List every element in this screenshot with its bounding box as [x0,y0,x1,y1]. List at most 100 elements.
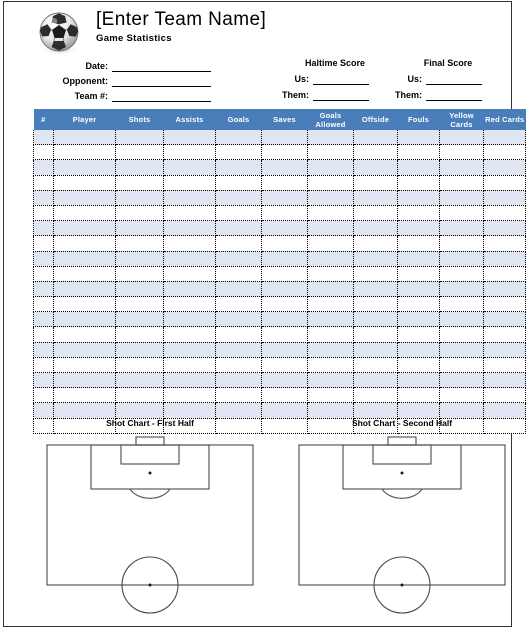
table-cell[interactable] [483,357,526,374]
table-cell[interactable] [307,357,354,374]
table-cell[interactable] [33,175,54,191]
table-cell[interactable] [353,281,398,298]
table-cell[interactable] [307,205,354,222]
halftime-them-input[interactable] [313,89,369,101]
table-cell[interactable] [483,326,526,343]
table-cell[interactable] [397,326,440,343]
table-cell[interactable] [483,387,526,404]
table-cell[interactable] [307,372,354,389]
table-cell[interactable] [397,266,440,282]
table-cell[interactable] [163,190,216,206]
table-cell[interactable] [33,144,54,161]
table-cell[interactable] [215,402,262,419]
table-cell[interactable] [115,281,164,298]
table-cell[interactable] [163,205,216,222]
table-cell[interactable] [307,220,354,237]
table-cell[interactable] [307,311,354,328]
table-cell[interactable] [115,372,164,389]
table-cell[interactable] [33,130,54,146]
table-cell[interactable] [261,311,308,328]
field-team-number-input[interactable] [112,90,211,102]
table-cell[interactable] [53,296,116,313]
table-cell[interactable] [439,357,484,374]
table-cell[interactable] [307,251,354,267]
table-cell[interactable] [53,144,116,161]
table-cell[interactable] [439,190,484,206]
table-cell[interactable] [33,387,54,404]
table-cell[interactable] [353,342,398,358]
table-cell[interactable] [163,281,216,298]
table-cell[interactable] [53,372,116,389]
table-cell[interactable] [115,220,164,237]
table-cell[interactable] [215,190,262,206]
table-cell[interactable] [33,266,54,282]
table-cell[interactable] [53,190,116,206]
table-cell[interactable] [439,220,484,237]
table-cell[interactable] [397,357,440,374]
table-cell[interactable] [439,402,484,419]
table-cell[interactable] [307,326,354,343]
table-cell[interactable] [397,175,440,191]
table-cell[interactable] [53,220,116,237]
table-cell[interactable] [483,311,526,328]
table-cell[interactable] [53,235,116,252]
table-cell[interactable] [439,251,484,267]
table-cell[interactable] [215,130,262,146]
table-cell[interactable] [163,235,216,252]
table-cell[interactable] [53,130,116,146]
table-cell[interactable] [261,130,308,146]
table-cell[interactable] [483,235,526,252]
table-cell[interactable] [163,144,216,161]
table-cell[interactable] [215,372,262,389]
table-cell[interactable] [163,266,216,282]
table-cell[interactable] [307,144,354,161]
table-cell[interactable] [33,281,54,298]
table-cell[interactable] [439,130,484,146]
table-cell[interactable] [215,357,262,374]
table-cell[interactable] [163,175,216,191]
table-cell[interactable] [439,235,484,252]
table-cell[interactable] [215,387,262,404]
table-cell[interactable] [397,402,440,419]
table-cell[interactable] [53,357,116,374]
table-cell[interactable] [215,296,262,313]
table-cell[interactable] [33,190,54,206]
table-cell[interactable] [397,372,440,389]
table-cell[interactable] [397,130,440,146]
table-cell[interactable] [353,372,398,389]
table-cell[interactable] [53,342,116,358]
table-cell[interactable] [353,190,398,206]
table-cell[interactable] [397,220,440,237]
table-cell[interactable] [33,326,54,343]
table-cell[interactable] [307,281,354,298]
table-cell[interactable] [115,296,164,313]
table-cell[interactable] [33,357,54,374]
table-cell[interactable] [483,372,526,389]
table-cell[interactable] [261,220,308,237]
table-cell[interactable] [439,342,484,358]
table-cell[interactable] [353,251,398,267]
table-cell[interactable] [215,220,262,237]
table-cell[interactable] [483,205,526,222]
table-cell[interactable] [439,281,484,298]
table-cell[interactable] [115,235,164,252]
table-cell[interactable] [353,311,398,328]
table-cell[interactable] [483,266,526,282]
table-cell[interactable] [33,220,54,237]
table-cell[interactable] [33,342,54,358]
table-cell[interactable] [307,235,354,252]
table-cell[interactable] [163,326,216,343]
table-cell[interactable] [483,159,526,176]
table-cell[interactable] [115,144,164,161]
table-cell[interactable] [163,402,216,419]
table-cell[interactable] [215,144,262,161]
table-cell[interactable] [215,159,262,176]
table-cell[interactable] [215,235,262,252]
table-cell[interactable] [353,220,398,237]
table-cell[interactable] [163,311,216,328]
table-cell[interactable] [53,311,116,328]
table-cell[interactable] [33,296,54,313]
table-cell[interactable] [53,326,116,343]
table-cell[interactable] [53,281,116,298]
table-cell[interactable] [33,402,54,419]
